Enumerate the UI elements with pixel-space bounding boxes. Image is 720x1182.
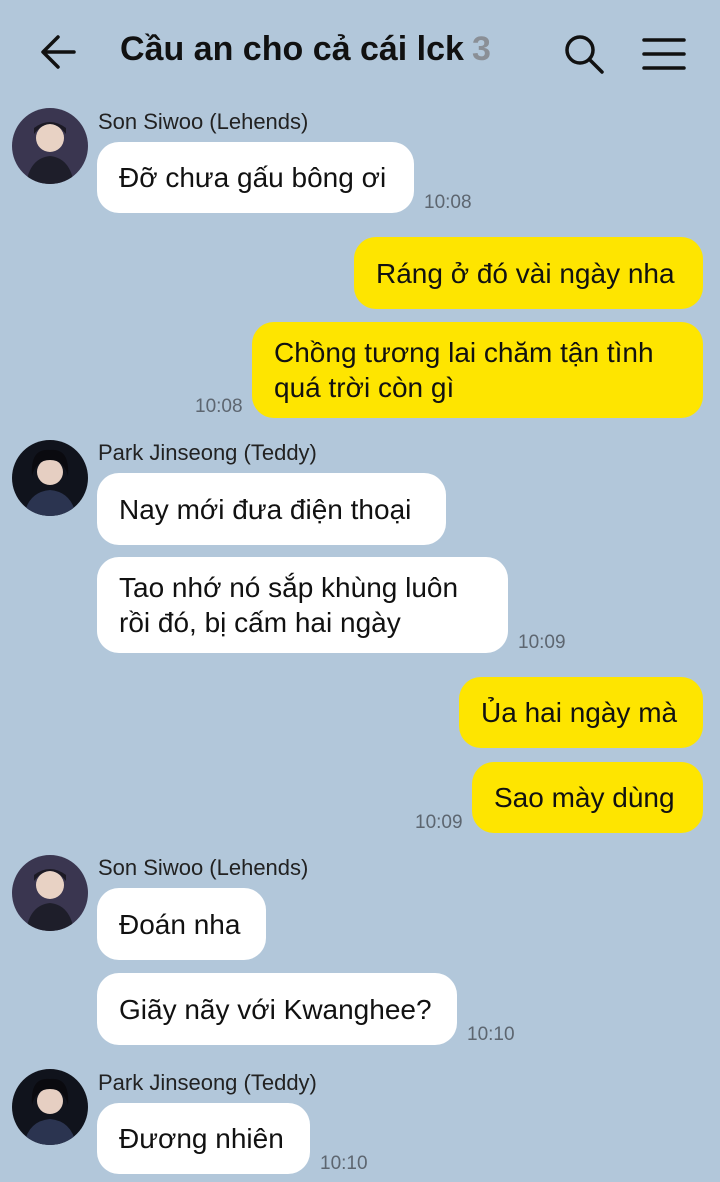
message-bubble[interactable]: Đương nhiên (97, 1103, 310, 1174)
chat-title-text: Cầu an cho cả cái lck (120, 30, 464, 68)
back-arrow-icon (41, 35, 76, 69)
search-icon (565, 35, 604, 74)
message-bubble[interactable]: Tao nhớ nó sắp khùng luôn rồi đó, bị cấm… (97, 557, 508, 653)
member-count: 3 (471, 30, 491, 68)
menu-icon (642, 38, 686, 70)
avatar-lehends[interactable] (12, 855, 88, 931)
message-bubble[interactable]: Chồng tương lai chăm tận tình quá trời c… (252, 322, 703, 418)
message-bubble[interactable]: Đỡ chưa gấu bông ơi (97, 142, 414, 213)
sender-name: Son Siwoo (Lehends) (98, 855, 309, 880)
message-bubble[interactable]: Ủa hai ngày mà (459, 677, 703, 748)
sender-name: Park Jinseong (Teddy) (98, 1070, 317, 1095)
message-time: 10:08 (424, 192, 472, 213)
message-time: 10:08 (195, 396, 243, 417)
chat-header: Cầu an cho cả cái lck 3 (0, 0, 720, 100)
avatar-lehends[interactable] (12, 108, 88, 184)
message-time: 10:10 (320, 1153, 368, 1174)
menu-button[interactable] (642, 34, 686, 74)
sender-name: Park Jinseong (Teddy) (98, 440, 317, 465)
message-bubble[interactable]: Sao mày dùng (472, 762, 703, 833)
chat-title: Cầu an cho cả cái lck 3 (120, 30, 491, 69)
sender-name: Son Siwoo (Lehends) (98, 109, 309, 134)
message-bubble[interactable]: Ráng ở đó vài ngày nha (354, 237, 703, 309)
message-bubble[interactable]: Nay mới đưa điện thoại (97, 473, 446, 545)
search-button[interactable] (562, 32, 606, 76)
avatar-teddy[interactable] (12, 1069, 88, 1145)
message-bubble[interactable]: Giãy nãy với Kwanghee? (97, 973, 457, 1045)
back-button[interactable] (36, 32, 80, 72)
message-time: 10:09 (415, 812, 463, 833)
message-time: 10:10 (467, 1024, 515, 1045)
message-bubble[interactable]: Đoán nha (97, 888, 266, 960)
avatar-teddy[interactable] (12, 440, 88, 516)
message-time: 10:09 (518, 632, 566, 653)
